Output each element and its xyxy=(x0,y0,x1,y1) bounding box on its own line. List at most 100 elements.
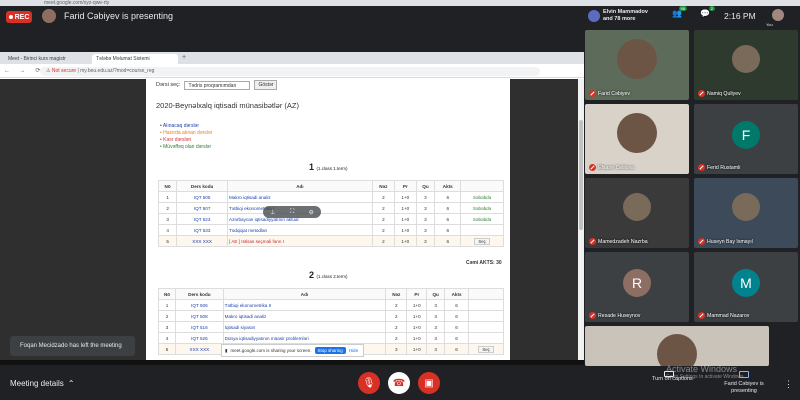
cell-nez: 3 xyxy=(385,343,408,355)
cell-status[interactable] xyxy=(468,299,504,311)
stop-sharing-button[interactable]: Stop sharing xyxy=(314,347,346,354)
captions-button[interactable]: Turn on captions xyxy=(652,376,693,382)
table-row: 1 IQT 505 Makro iqtisadi analiz 2 1+0 3 6 Səbəb… xyxy=(157,191,504,203)
cell-status[interactable] xyxy=(468,310,504,322)
cell-n: 3 xyxy=(157,321,177,333)
participant-tile[interactable]: Efsane Celilova xyxy=(585,104,689,174)
participant-tile[interactable]: R Resade Huseynov xyxy=(585,252,689,322)
mic-off-icon xyxy=(589,312,596,319)
legend: Alınacaq dərslərHazırda alınan dərslərKə… xyxy=(160,123,212,151)
column-header: Qu xyxy=(415,180,436,192)
self-avatar[interactable] xyxy=(772,9,784,21)
present-label: Farid Cəbiyev is presenting xyxy=(724,381,764,394)
cell-status[interactable]: Seç xyxy=(468,343,504,355)
meeting-details-label: Meeting details xyxy=(10,379,64,388)
cell-name[interactable]: Dünya iqtisadiyyatının müasir problemlər… xyxy=(222,332,387,344)
cell-n: 3 xyxy=(157,213,178,225)
cell-name[interactable]: Makro iqtisadi analiz xyxy=(222,310,387,322)
table-row: 3 IQT 516 İqtisadi siyasət 2 1+0 3 6 xyxy=(157,321,504,333)
clock: 2:16 PM xyxy=(724,11,756,21)
mic-toggle-button[interactable]: 🎙 xyxy=(358,372,380,394)
participant-name-text: Resade Huseynov xyxy=(598,312,641,319)
legend-item: Alınacaq dərslər xyxy=(160,123,212,130)
mic-off-icon: 🎙 xyxy=(362,377,376,389)
leave-call-button[interactable]: ☎ xyxy=(388,372,410,394)
cell-pr: 1+0 xyxy=(394,224,417,236)
cell-pr: 1+0 xyxy=(406,299,428,311)
people-icon[interactable]: 👥 98 xyxy=(672,6,687,18)
cell-akts: 6 xyxy=(443,332,470,344)
cell-n: 2 xyxy=(157,310,177,322)
page-margin-left xyxy=(0,79,146,364)
cell-status[interactable]: Səbəbdə xyxy=(460,191,504,203)
column-header: Nəz xyxy=(385,288,408,300)
cell-nez: 2 xyxy=(371,213,396,225)
cell-qu: 3 xyxy=(415,202,436,214)
shared-tab-bar: Meet - Birinci kurs magistr Tələbə Məlum… xyxy=(0,52,584,64)
cell-status[interactable]: Səbəbdə xyxy=(460,213,504,225)
participant-tile[interactable]: F Ferid Rustamli xyxy=(694,104,798,174)
pin-icon[interactable]: ⊥ xyxy=(270,209,275,216)
column-header: Nəz xyxy=(371,180,396,192)
cell-pr: 1+0 xyxy=(394,191,417,203)
tab-student-system[interactable]: Tələbə Məlumat Sistemi xyxy=(92,54,178,64)
chat-icon[interactable]: 💬 2 xyxy=(700,6,715,18)
participant-tile[interactable]: Huseyn Bay Ismayıl xyxy=(694,178,798,248)
cell-status[interactable]: Səbəbdə xyxy=(460,202,504,214)
participant-name: Ferid Rustamli xyxy=(698,164,740,171)
cell-status[interactable] xyxy=(460,224,504,236)
cell-akts: 6 xyxy=(434,224,462,236)
cell-status[interactable] xyxy=(468,321,504,333)
cell-name[interactable]: Tətbiqi ekonometrika II xyxy=(222,299,387,311)
cell-n: 1 xyxy=(157,299,177,311)
fullscreen-icon[interactable]: ⛶ xyxy=(290,209,294,216)
rec-label: REC xyxy=(14,13,30,21)
new-tab-icon[interactable]: + xyxy=(182,54,186,61)
cell-name[interactable]: [ AE ] Istisas seçməli fənn I xyxy=(227,235,373,247)
chat-badge: 2 xyxy=(708,6,715,11)
column-header: Adı xyxy=(222,288,387,300)
cell-code: IQT 526 xyxy=(175,332,224,344)
cell-nez: 2 xyxy=(371,224,396,236)
cell-code: XXX XXX xyxy=(175,343,224,355)
cell-pr: 1+0 xyxy=(406,321,428,333)
header-name-2: and 78 more xyxy=(603,16,636,22)
present-icon[interactable] xyxy=(739,371,749,378)
select-course-button[interactable]: Seç xyxy=(478,345,494,353)
presenter-overlay[interactable]: ⊥ ⛶ ⊖ xyxy=(263,206,321,218)
presenting-text: Farid Cəbiyev is presenting xyxy=(64,11,174,21)
show-button[interactable]: Göstər xyxy=(254,80,278,90)
cell-name[interactable]: Makro iqtisadi analiz xyxy=(227,191,373,203)
cell-status[interactable] xyxy=(468,332,504,344)
scrollbar-thumb[interactable] xyxy=(579,120,583,230)
cell-name[interactable]: İqtisadi siyasət xyxy=(222,321,387,333)
cell-code: IQT 505 xyxy=(176,191,229,203)
hide-link[interactable]: Hide xyxy=(349,348,358,353)
filter-select[interactable]: Tədris proqramımdan xyxy=(184,80,251,90)
participant-tile[interactable]: Namiq Quliyev xyxy=(694,30,798,100)
nav-arrows-icon[interactable]: ← → ⟳ xyxy=(4,67,44,74)
participant-name-text: Efsane Celilova xyxy=(598,164,635,171)
select-course-button[interactable]: Seç xyxy=(474,237,490,245)
column-header xyxy=(460,180,504,192)
mic-off-icon xyxy=(589,90,596,97)
cell-status[interactable]: Seç xyxy=(460,235,504,247)
meeting-details-button[interactable]: Meeting details ⌃ xyxy=(10,379,75,388)
remove-icon[interactable]: ⊖ xyxy=(309,209,314,216)
cell-code: IQT 523 xyxy=(176,213,229,225)
participant-video xyxy=(657,334,697,366)
more-options-icon[interactable]: ⋮ xyxy=(784,379,793,390)
cell-nez: 2 xyxy=(385,332,408,344)
table-row: 4 IQT 526 Dünya iqtisadiyyatının müasir pr… xyxy=(157,332,504,344)
camera-toggle-button[interactable]: ▣ xyxy=(418,372,440,394)
participant-tile[interactable] xyxy=(585,326,769,366)
participant-tile[interactable]: Mamedzadeh Nazrba xyxy=(585,178,689,248)
column-header: Ders kodu xyxy=(176,180,229,192)
tab-meet[interactable]: Meet - Birinci kurs magistr xyxy=(4,54,90,64)
filter-row: Dərsi seç: Tədris proqramımdan Göstər xyxy=(156,80,278,90)
participant-tile[interactable]: M Mammad Nazarov xyxy=(694,252,798,322)
cell-name[interactable]: Tədqiqat metodları xyxy=(227,224,373,236)
participant-tile[interactable]: Farid Cəbiyev xyxy=(585,30,689,100)
address-field[interactable]: ⚠ Not secure | my.beu.edu.az/?mod=course… xyxy=(40,67,540,76)
participant-avatar: F xyxy=(732,121,760,149)
